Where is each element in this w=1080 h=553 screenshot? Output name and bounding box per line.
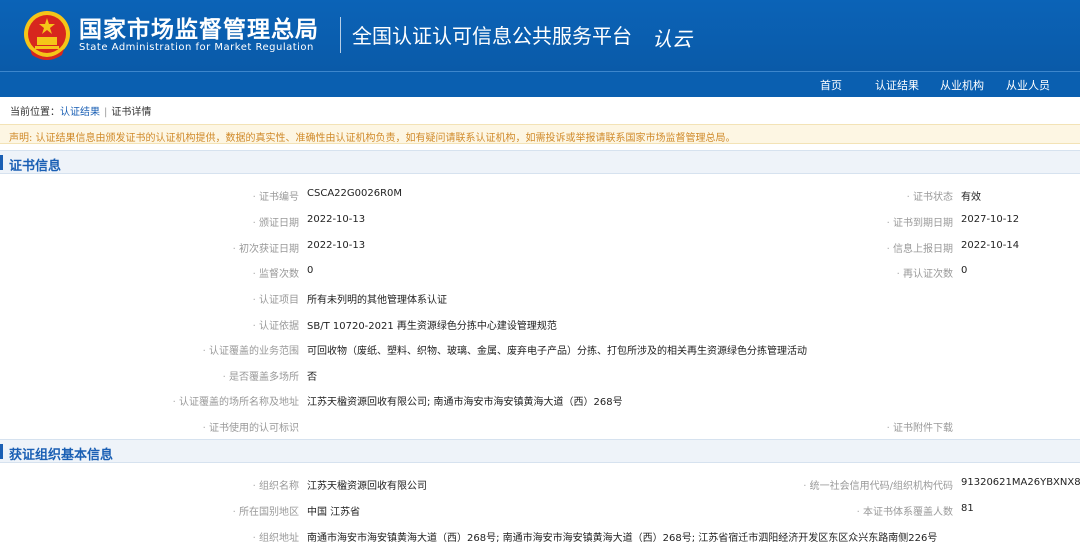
nav-home[interactable]: 首页 — [820, 77, 842, 93]
label-org-name: 组织名称 — [253, 477, 299, 492]
site-header: 国家市场监督管理总局 State Administration for Mark… — [0, 0, 1080, 71]
label-cert-status: 证书状态 — [907, 188, 953, 203]
label-recert: 再认证次数 — [897, 265, 953, 280]
value-cert-no: CSCA22G0026R0M — [307, 188, 403, 199]
disclaimer-notice: 声明: 认证结果信息由颁发证书的认证机构提供，数据的真实性、准确性由认证机构负责… — [0, 124, 1080, 144]
breadcrumb-separator: | — [104, 107, 108, 118]
nav-practitioners[interactable]: 从业人员 — [1006, 77, 1050, 93]
label-surveillance: 监督次数 — [253, 265, 299, 280]
label-issue-date: 颁证日期 — [253, 214, 299, 229]
value-basis: SB/T 10720-2021 再生资源绿色分拣中心建设管理规范 — [307, 321, 557, 332]
value-expire-date: 2027-10-12 — [961, 214, 1020, 225]
label-scope: 认证覆盖的业务范围 — [203, 342, 299, 357]
breadcrumb-prefix: 当前位置： — [10, 107, 60, 118]
breadcrumb-current: 证书详情 — [111, 107, 152, 118]
renyun-logo-icon: 认云 — [652, 27, 694, 51]
main-nav: 首页 认证结果 从业机构 从业人员 — [0, 71, 1080, 97]
svg-text:认云: 认云 — [652, 27, 694, 51]
value-scope: 可回收物（废纸、塑料、织物、玻璃、金属、废弃电子产品）分拣、打包所涉及的相关再生… — [307, 346, 807, 357]
value-headcount: 81 — [961, 503, 974, 514]
label-org-address: 组织地址 — [253, 529, 299, 544]
value-project: 所有未列明的其他管理体系认证 — [307, 295, 447, 306]
section-title-org: 获证组织基本信息 — [0, 439, 1080, 463]
value-report-date: 2022-10-14 — [961, 240, 1020, 251]
value-org-address: 南通市海安市海安镇黄海大道（西）268号; 南通市海安市海安镇黄海大道（西）26… — [307, 533, 938, 544]
value-issue-date: 2022-10-13 — [307, 214, 366, 225]
value-multisite: 否 — [307, 372, 317, 383]
value-region: 中国 江苏省 — [307, 507, 361, 518]
label-headcount: 本证书体系覆盖人数 — [857, 503, 953, 518]
nav-cert-results[interactable]: 认证结果 — [875, 77, 919, 93]
label-cert-no: 证书编号 — [253, 188, 299, 203]
value-credit-code: 91320621MA26YBXNX8 — [961, 477, 1080, 488]
label-expire-date: 证书到期日期 — [887, 214, 953, 229]
header-divider — [340, 17, 341, 53]
label-accreditation-mark: 证书使用的认可标识 — [203, 419, 299, 434]
value-first-date: 2022-10-13 — [307, 240, 366, 251]
org-name-english: State Administration for Market Regulati… — [79, 42, 314, 53]
national-emblem-icon — [24, 11, 70, 60]
value-surveillance: 0 — [307, 265, 314, 276]
label-credit-code: 统一社会信用代码/组织机构代码 — [803, 477, 953, 492]
label-sites: 认证覆盖的场所名称及地址 — [173, 393, 299, 408]
value-recert: 0 — [961, 265, 968, 276]
label-basis: 认证依据 — [253, 317, 299, 332]
label-first-date: 初次获证日期 — [233, 240, 299, 255]
breadcrumb: 当前位置：认证结果 | 证书详情 — [10, 103, 151, 118]
label-multisite: 是否覆盖多场所 — [223, 368, 299, 383]
nav-institutions[interactable]: 从业机构 — [940, 77, 984, 93]
breadcrumb-link-results[interactable]: 认证结果 — [60, 107, 100, 118]
label-region: 所在国别地区 — [233, 503, 299, 518]
label-report-date: 信息上报日期 — [887, 240, 953, 255]
label-attachment-download[interactable]: 证书附件下载 — [887, 419, 953, 434]
org-name-chinese: 国家市场监督管理总局 — [79, 17, 319, 43]
platform-title: 全国认证认可信息公共服务平台 — [352, 24, 632, 48]
value-sites: 江苏天楹资源回收有限公司; 南通市海安市海安镇黄海大道（西）268号 — [307, 397, 623, 408]
section-title-cert: 证书信息 — [0, 150, 1080, 174]
value-cert-status: 有效 — [961, 192, 981, 203]
label-project: 认证项目 — [253, 291, 299, 306]
value-org-name: 江苏天楹资源回收有限公司 — [307, 481, 427, 492]
